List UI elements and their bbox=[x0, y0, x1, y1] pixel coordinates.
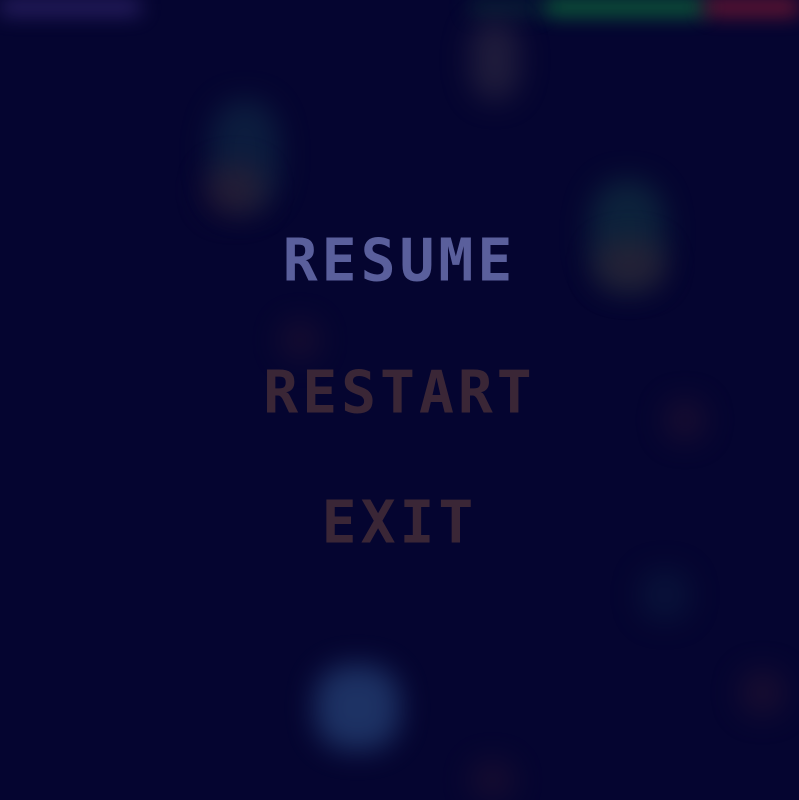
exit-button[interactable]: EXIT bbox=[0, 492, 799, 551]
game-screen: RESUME RESTART EXIT bbox=[0, 0, 799, 800]
pause-menu: RESUME RESTART EXIT bbox=[0, 0, 799, 800]
resume-button[interactable]: RESUME bbox=[0, 230, 799, 289]
restart-button[interactable]: RESTART bbox=[0, 362, 799, 421]
